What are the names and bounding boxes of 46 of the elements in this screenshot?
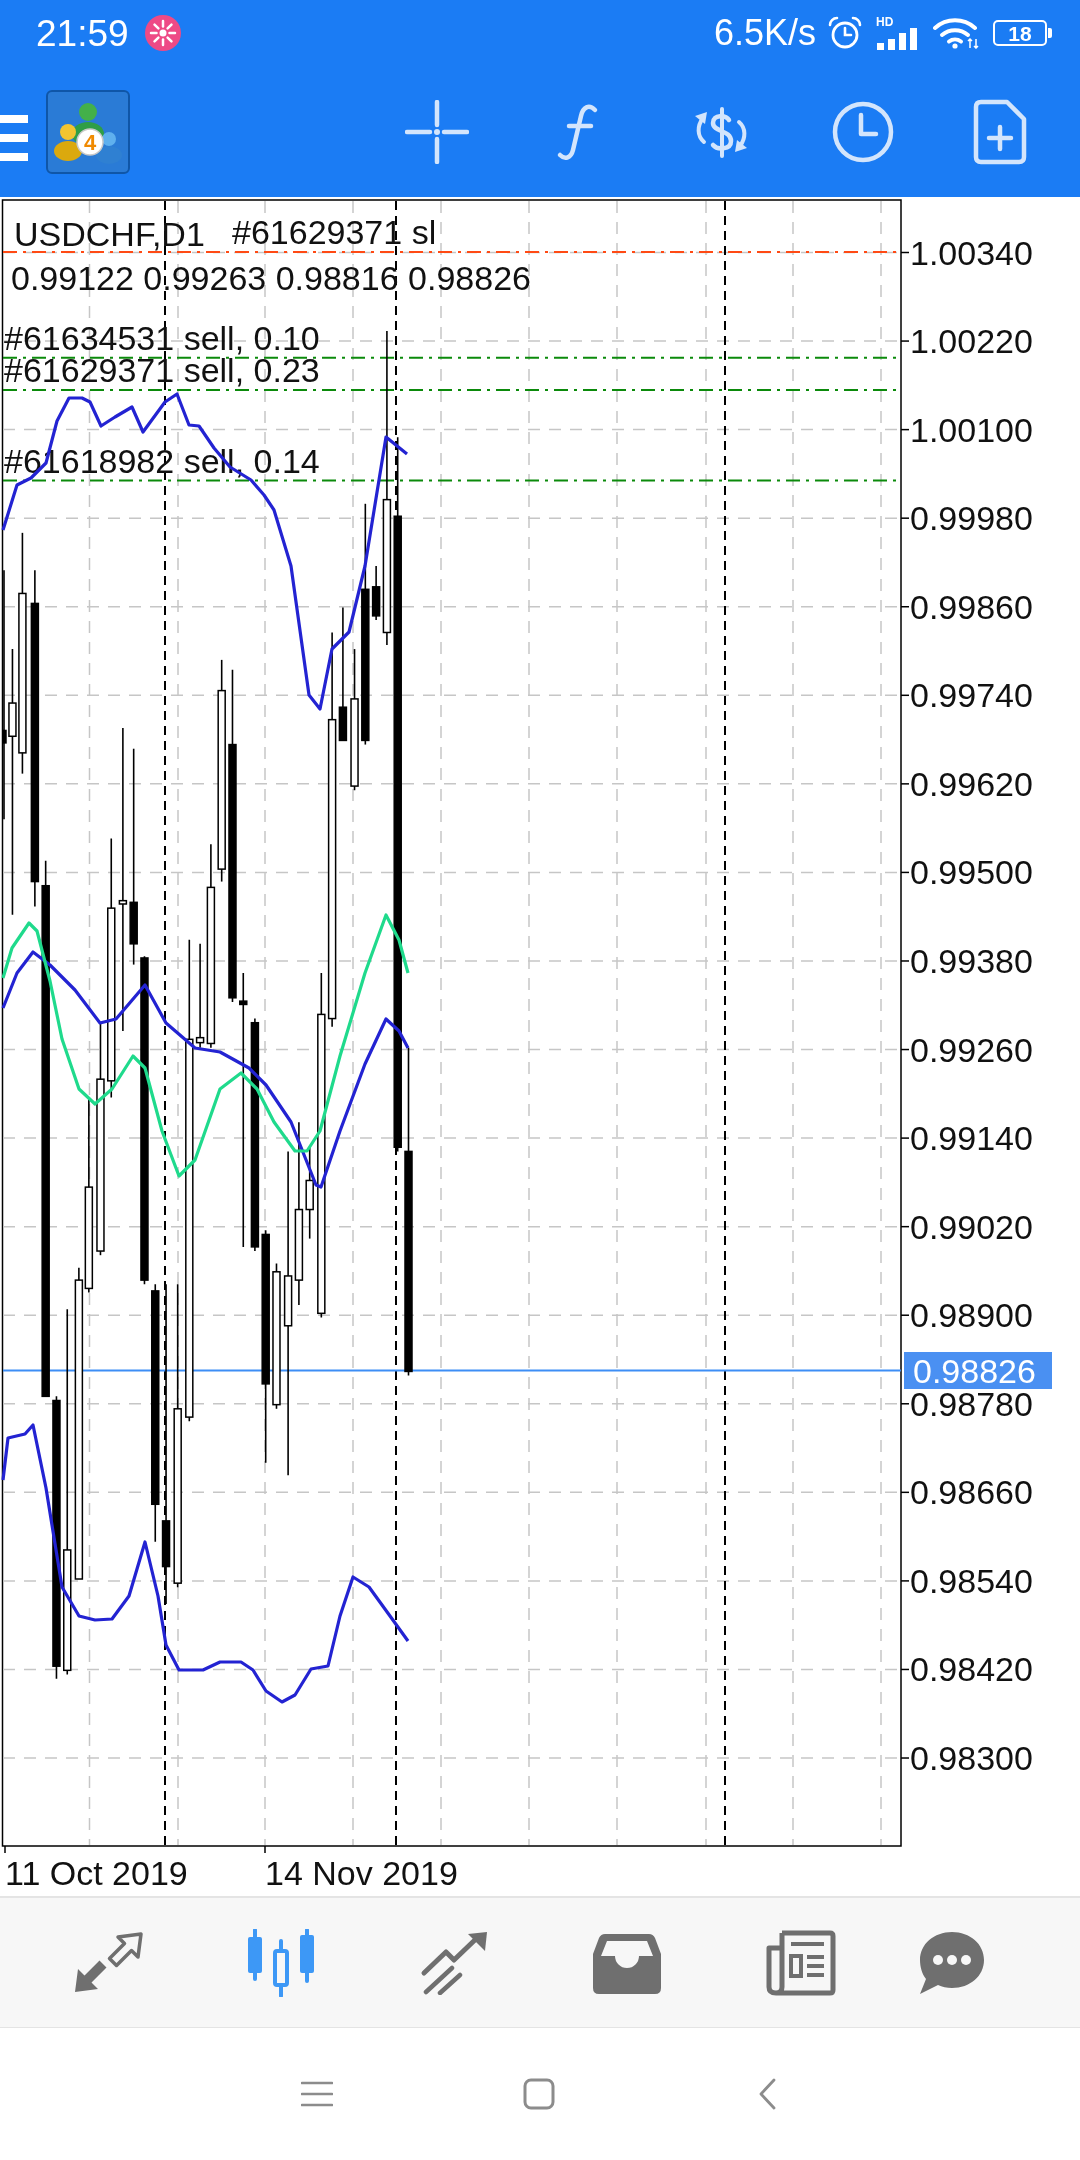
- price-axis-label: 0.99620: [910, 764, 1033, 803]
- asterisk-icon: [144, 15, 181, 51]
- price-axis-label: 0.98660: [910, 1473, 1033, 1512]
- menu-icon[interactable]: [0, 114, 28, 161]
- chat-bubble-icon: [918, 1929, 986, 1996]
- price-axis-label: 1.00100: [910, 410, 1033, 449]
- add-document-icon[interactable]: [973, 98, 1027, 165]
- trend-arrow-icon: [420, 1930, 488, 1995]
- price-axis-label: 0.99500: [910, 853, 1033, 892]
- signal-bars-icon: [876, 28, 920, 50]
- network-speed: 6.5K/s: [713, 15, 816, 51]
- newspaper-icon: [766, 1929, 836, 1996]
- price-axis-label: 0.98420: [910, 1650, 1033, 1689]
- square-icon[interactable]: [523, 2077, 555, 2110]
- wifi-icon: [933, 17, 979, 49]
- order-label: #61634531 sell, 0.10: [4, 318, 320, 357]
- price-axis-label: 0.99140: [910, 1119, 1033, 1158]
- hd-label: HD: [876, 16, 894, 28]
- clock-icon[interactable]: [831, 99, 895, 164]
- battery-percent: 18: [1008, 22, 1032, 44]
- two-way-arrow-icon: [73, 1931, 143, 1994]
- price-axis-label: 1.00340: [910, 233, 1033, 272]
- date-axis-label: 11 Oct 2019: [5, 1854, 188, 1892]
- app-logo[interactable]: 4: [46, 89, 130, 174]
- price-axis-label: 0.99260: [910, 1030, 1033, 1069]
- price-axis-label: 0.99860: [910, 587, 1033, 626]
- crosshair-icon[interactable]: [405, 99, 469, 164]
- price-axis-label: 0.98300: [910, 1739, 1033, 1777]
- price-axis-label: 0.98540: [910, 1561, 1033, 1600]
- stop-loss-label: #61629371 sl: [232, 213, 437, 251]
- back-icon[interactable]: [758, 2077, 776, 2110]
- price-axis-label: 0.99740: [910, 676, 1033, 715]
- chart-symbol-title: USDCHF,D1: [14, 215, 205, 253]
- ohlc-values: 0.99122 0.99263 0.98816 0.98826: [11, 259, 531, 297]
- alarm-clock-icon: [828, 16, 862, 50]
- menu-icon[interactable]: [301, 2080, 333, 2107]
- current-price-tag: 0.98826: [904, 1352, 1052, 1390]
- clock-time: 21:59: [36, 14, 129, 52]
- inbox-tray-icon: [593, 1931, 661, 1994]
- price-axis-label: 0.99380: [910, 942, 1033, 980]
- price-axis-label: 0.99020: [910, 1207, 1033, 1246]
- date-axis-label: 14 Nov 2019: [265, 1854, 458, 1892]
- price-axis-label: 0.99980: [910, 499, 1033, 538]
- price-axis-label: 1.00220: [910, 322, 1033, 361]
- price-axis-label: 0.98900: [910, 1296, 1033, 1335]
- candlestick-icon: [245, 1928, 317, 1997]
